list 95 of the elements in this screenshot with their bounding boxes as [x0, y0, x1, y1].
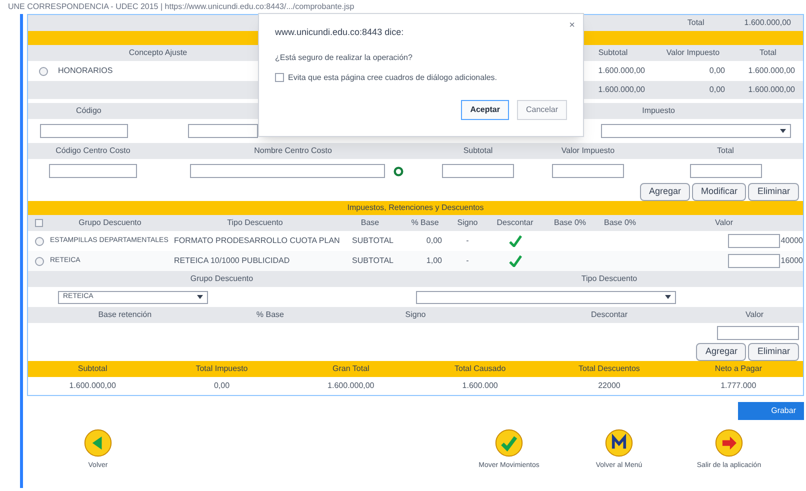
table-cell: 40000: [780, 235, 803, 247]
column-header: Signo: [404, 309, 427, 321]
caret-icon: [664, 295, 670, 299]
letter-m-icon[interactable]: [604, 428, 634, 458]
save-button[interactable]: Grabar: [738, 402, 804, 420]
dialog-checkbox[interactable]: [275, 73, 284, 82]
row-radio[interactable]: [34, 236, 44, 246]
input-field[interactable]: [552, 164, 624, 178]
tax-dropdown[interactable]: [601, 124, 791, 138]
column-header: Tipo Descuento: [580, 273, 638, 285]
column-header: Valor: [744, 309, 765, 321]
table-cell-text: SUBTOTAL: [351, 235, 394, 247]
table-cell-text: 0,00: [212, 380, 231, 392]
dialog-button[interactable]: Aceptar: [461, 100, 509, 120]
action-button[interactable]: Agregar: [696, 343, 746, 361]
input-field[interactable]: [188, 124, 258, 138]
table-cell-text: -: [465, 255, 470, 267]
table-cell: 1.600.000,00: [744, 17, 791, 29]
column-header: Impuesto: [642, 105, 675, 117]
input-field[interactable]: [690, 164, 762, 178]
column-header: Subtotal: [462, 145, 494, 157]
input-field[interactable]: [728, 234, 780, 248]
column-header: Neto a Pagar: [714, 363, 763, 375]
action-button[interactable]: Agregar: [640, 183, 690, 201]
column-header: Base 0%: [602, 217, 638, 229]
column-header: Subtotal: [597, 47, 629, 59]
column-header: Descontar: [590, 309, 628, 321]
row-radio[interactable]: [34, 256, 44, 266]
table-cell-text: 1.600.000,00: [68, 380, 117, 392]
action-button[interactable]: Modificar: [692, 183, 746, 201]
column-header: Total: [716, 145, 735, 157]
column-header: Código: [76, 105, 102, 117]
input-field[interactable]: [190, 164, 385, 178]
input-field[interactable]: [49, 164, 137, 178]
column-header: Base 0%: [552, 217, 588, 229]
dialog-message: ¿Está seguro de realizar la operación?: [275, 52, 414, 64]
table-cell-text: -: [465, 235, 470, 247]
column-header: Valor Impuesto: [665, 47, 721, 59]
table-cell-text: 1,00: [425, 255, 443, 267]
column-header: Valor: [714, 217, 734, 229]
column-header: Base retención: [97, 309, 153, 321]
table-cell-text: 1.600.000,00: [597, 84, 646, 96]
browser-title: UNE CORRESPONDENCIA - UDEC 2015 | https://www.unicundi.edu.co:8443/.../comprobante.jsp: [7, 1, 356, 13]
table-cell-text: HONORARIOS: [58, 65, 114, 77]
table-cell-text: FORMATO PRODESARROLLO CUOTA PLAN: [173, 235, 340, 247]
caret-icon: [780, 129, 786, 133]
column-header: Grupo Descuento: [189, 273, 254, 285]
column-header: Total: [758, 47, 778, 59]
action-button[interactable]: Eliminar: [748, 343, 799, 361]
dialog-origin: www.unicundi.edu.co:8443 dice:: [275, 26, 405, 39]
input-field[interactable]: [728, 254, 780, 268]
column-header: Grupo Descuento: [78, 217, 142, 229]
header-checkbox[interactable]: [35, 219, 43, 227]
column-header: % Base: [410, 217, 440, 229]
table-cell-text: 1.600.000: [461, 380, 499, 392]
table-cell-text: 1.600.000,00: [747, 65, 796, 77]
column-header: Gran Total: [332, 363, 370, 375]
column-header: Descontar: [496, 217, 534, 229]
dialog-button[interactable]: Cancelar: [516, 100, 567, 120]
table-cell: 16000: [780, 255, 803, 267]
table-cell-text: 1.600.000,00: [597, 65, 646, 77]
column-header: Subtotal: [76, 363, 108, 375]
section-title: Impuestos, Retenciones y Descuentos: [28, 201, 803, 215]
table-cell-text: 1.600.000,00: [326, 380, 376, 392]
table-cell-text: 1.777.000: [720, 380, 758, 392]
table-cell-text: 0,00: [708, 65, 726, 77]
action-button[interactable]: Eliminar: [748, 183, 799, 201]
table-cell-text: 1.600.000,00: [747, 84, 796, 96]
column-header: Base: [360, 217, 380, 229]
checkmark-icon[interactable]: [494, 428, 524, 458]
column-header: Signo: [456, 217, 479, 229]
column-header: Código Centro Costo: [54, 145, 132, 157]
checkbox-label: Evita que esta página cree cuadros de diálogo adicionales.: [288, 72, 498, 84]
table-cell-text: 22000: [597, 380, 622, 392]
input-field[interactable]: [40, 124, 128, 138]
column-header: % Base: [255, 309, 285, 321]
column-header: Concepto Ajuste: [128, 47, 188, 59]
column-header: Tipo Descuento: [226, 217, 284, 229]
caret-icon: [197, 295, 203, 299]
column-header: Valor Impuesto: [560, 145, 616, 157]
close-button[interactable]: ×: [569, 18, 575, 33]
row-radio[interactable]: [38, 66, 48, 76]
column-header: Total Causado: [454, 363, 507, 375]
table-cell-text: RETEICA 10/1000 PUBLICIDAD: [173, 255, 291, 267]
column-header: Total Descuentos: [578, 363, 641, 375]
column-header: Total Impuesto: [194, 363, 249, 375]
refresh-icon[interactable]: [393, 166, 404, 176]
column-header: Total: [687, 17, 704, 29]
table-cell-text: SUBTOTAL: [351, 255, 394, 267]
input-field[interactable]: [717, 326, 799, 340]
input-field[interactable]: [442, 164, 514, 178]
column-header: Nombre Centro Costo: [253, 145, 333, 157]
table-cell-text: 0,00: [425, 235, 443, 247]
type-dropdown[interactable]: [416, 290, 676, 304]
table-cell-text: 0,00: [708, 84, 726, 96]
